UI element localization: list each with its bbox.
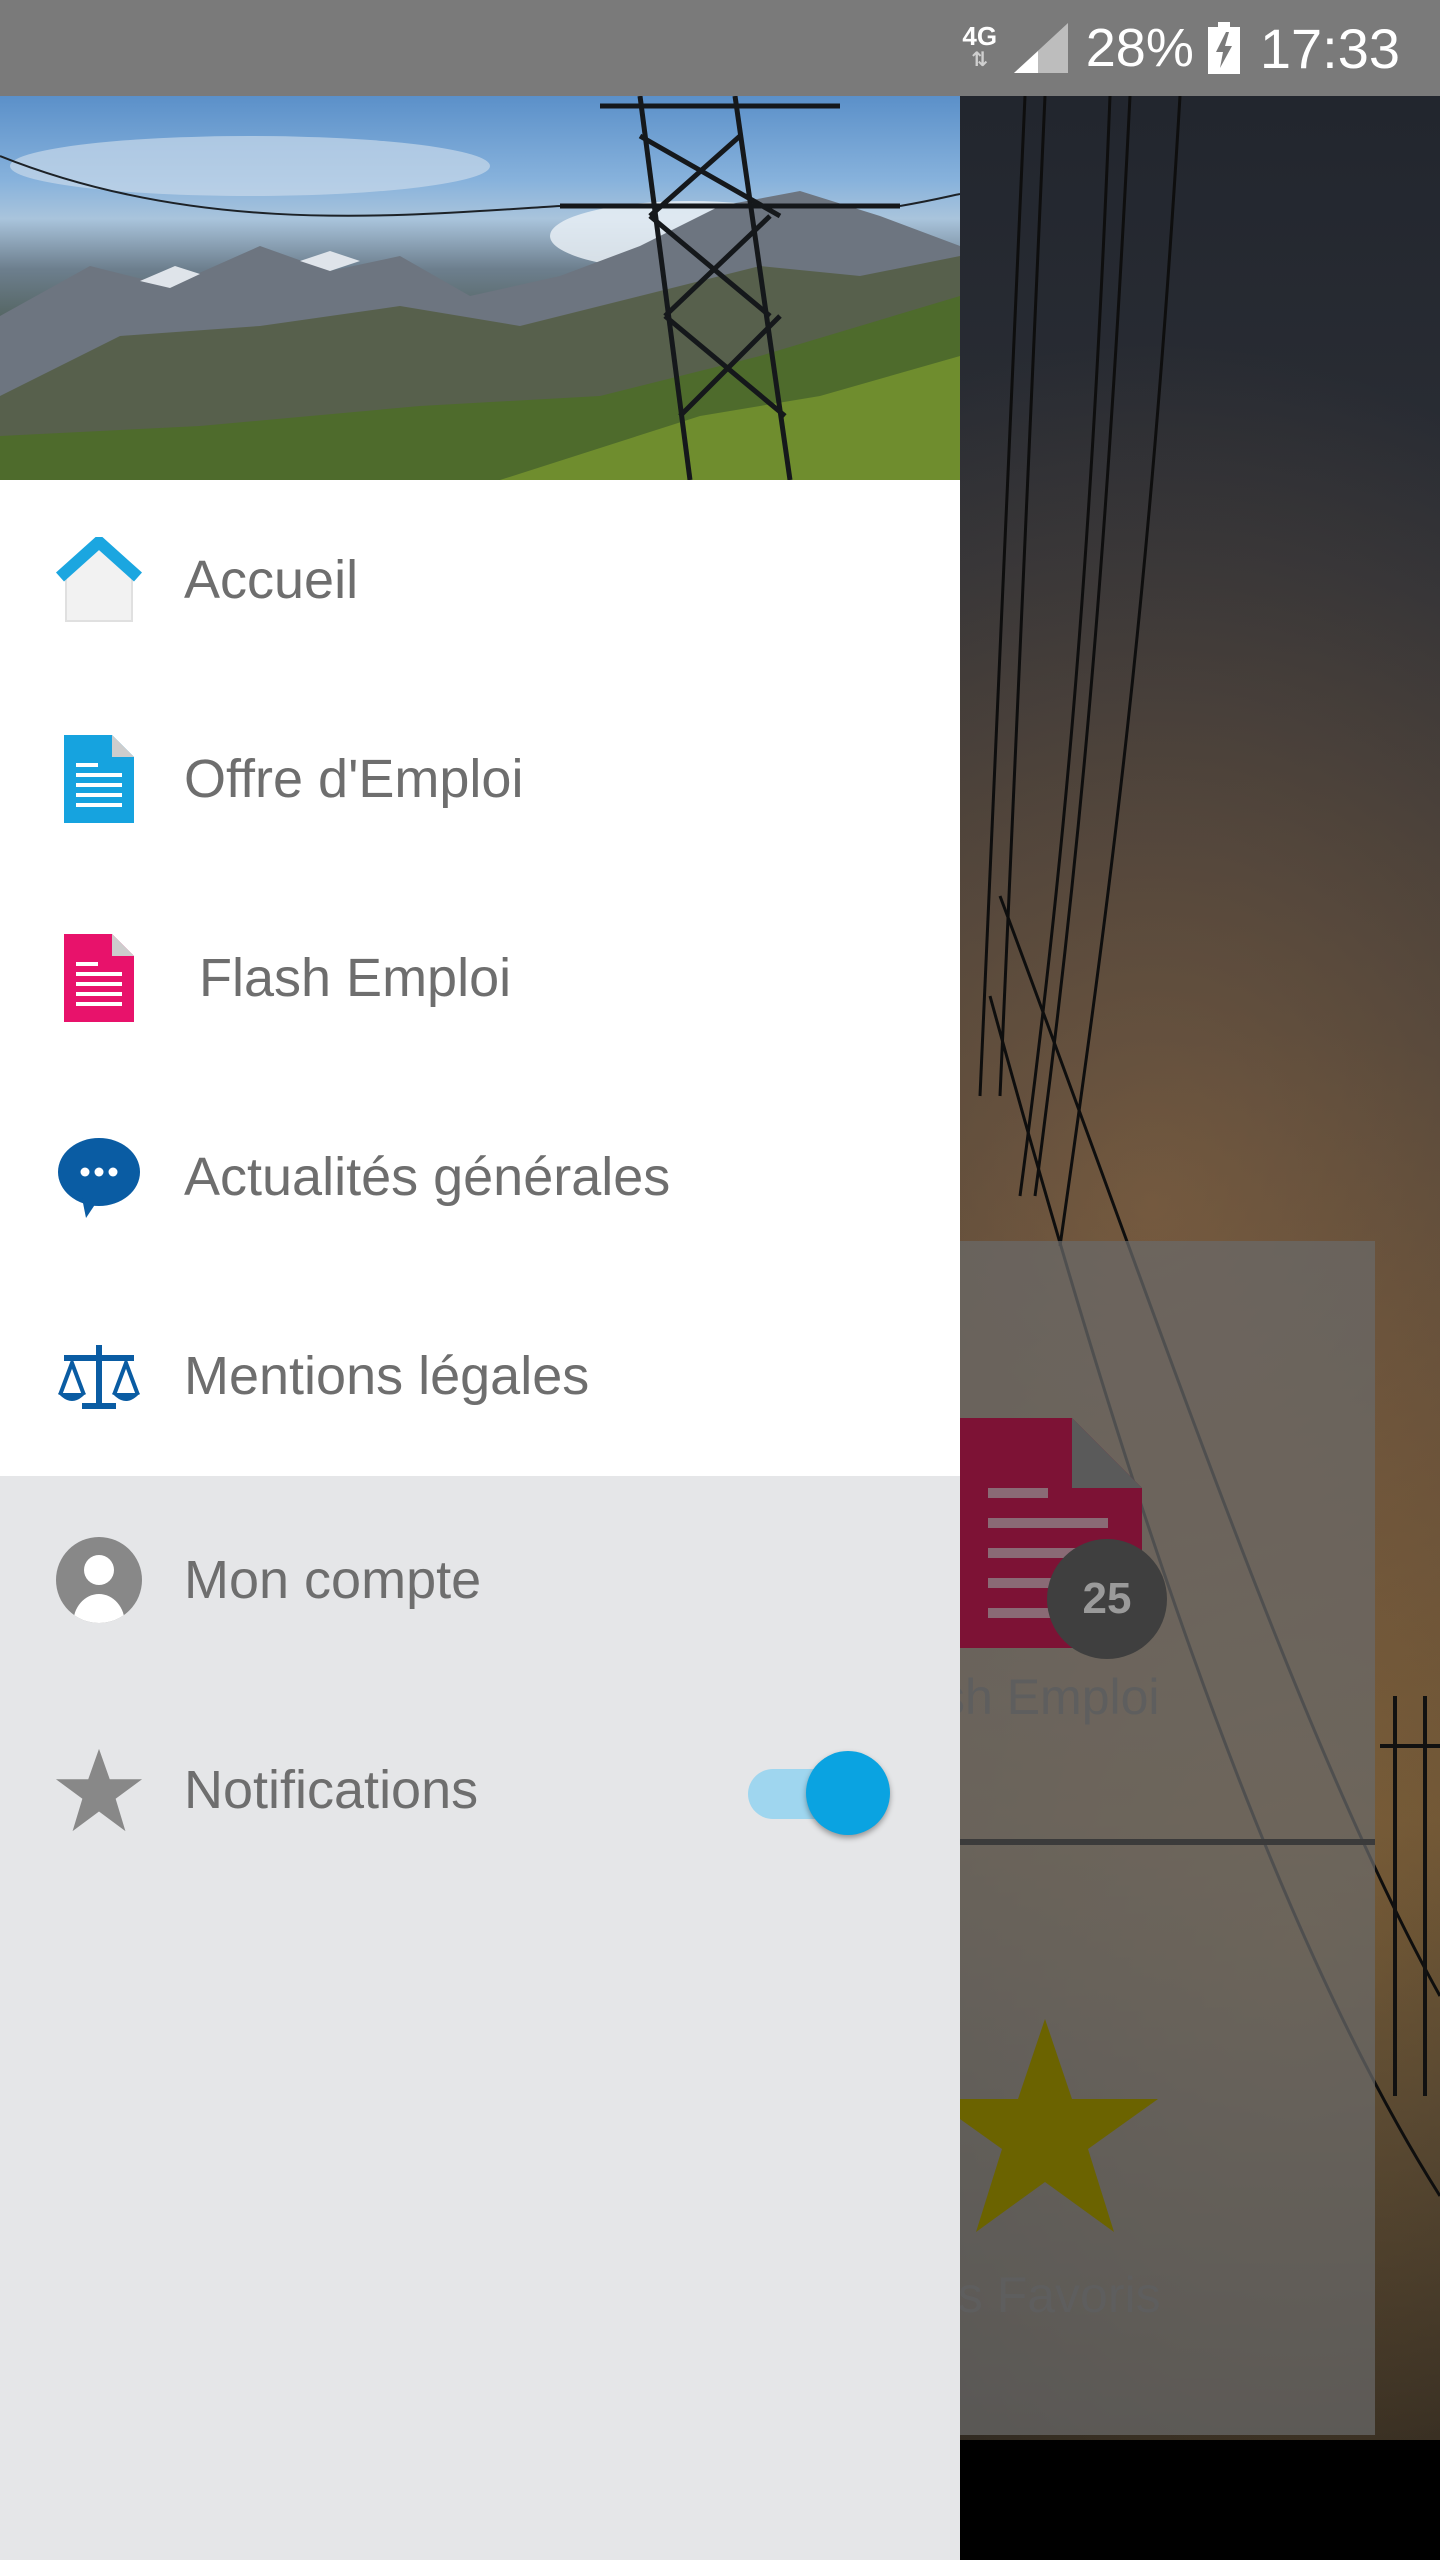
document-icon: [54, 734, 144, 824]
drawer-header-image: [0, 96, 960, 480]
scales-icon: [54, 1331, 144, 1421]
menu-item-notifications[interactable]: Notifications: [0, 1690, 960, 1889]
navigation-drawer: Accueil Offre d'Emploi Flash Emploi Actu…: [0, 96, 960, 2560]
menu-item-label: Flash Emploi: [184, 947, 512, 1008]
account-icon: [54, 1535, 144, 1625]
card-divider: [960, 1839, 1375, 1845]
menu-item-label: Notifications: [184, 1759, 479, 1820]
menu-item-label: Offre d'Emploi: [184, 748, 524, 809]
toggle-thumb: [806, 1750, 890, 1835]
home-icon: [54, 535, 144, 625]
menu-item-label: Mon compte: [184, 1549, 482, 1610]
favoris-tile-label[interactable]: es Favoris: [930, 2266, 1230, 2324]
clock: 17:33: [1259, 16, 1400, 80]
flash-emploi-tile-label[interactable]: sh Emploi: [940, 1668, 1240, 1726]
menu-item-label: Actualités générales: [184, 1146, 671, 1207]
menu-item-actualites[interactable]: Actualités générales: [0, 1077, 960, 1276]
menu-item-label: Accueil: [184, 549, 359, 610]
flash-emploi-count-badge: 25: [1047, 1539, 1167, 1659]
menu-item-flash-emploi[interactable]: Flash Emploi: [0, 878, 960, 1077]
menu-item-mentions-legales[interactable]: Mentions légales: [0, 1276, 960, 1475]
status-bar: 4G ⇅ 28% 17:33: [0, 0, 1440, 96]
document-icon: [54, 933, 144, 1023]
battery-charging-icon: [1207, 22, 1240, 74]
network-arrows: ⇅: [971, 49, 989, 71]
chat-bubble-icon: [54, 1132, 144, 1222]
notifications-toggle[interactable]: [748, 1745, 890, 1835]
network-type: 4G: [962, 21, 998, 51]
star-icon: [54, 1745, 144, 1835]
menu-item-label: Mentions légales: [184, 1345, 590, 1406]
menu-item-accueil[interactable]: Accueil: [0, 480, 960, 679]
signal-icon: [1013, 23, 1068, 73]
favoris-star-icon[interactable]: [940, 2014, 1170, 2244]
bottom-bar: [960, 2440, 1440, 2560]
drawer-primary-menu: Accueil Offre d'Emploi Flash Emploi Actu…: [0, 480, 960, 1476]
network-4g-icon: 4G ⇅: [960, 21, 1000, 72]
menu-item-offre-emploi[interactable]: Offre d'Emploi: [0, 679, 960, 878]
menu-item-mon-compte[interactable]: Mon compte: [0, 1480, 960, 1679]
battery-percent: 28%: [1085, 18, 1194, 78]
